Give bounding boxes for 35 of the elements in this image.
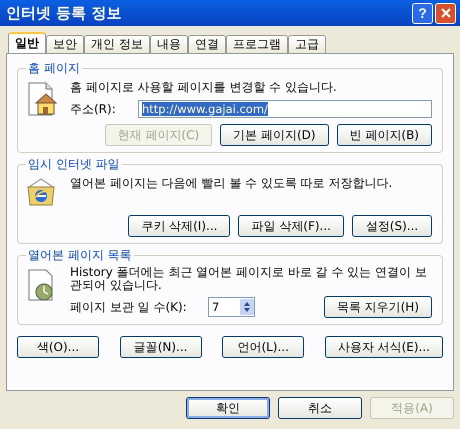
settings-button[interactable]: 언어(L)...: [222, 336, 304, 358]
description-text: History 폴더에는 최근 열어본 페이지로 바로 갈 수 있는 연결이 보관되어 있습니다.: [70, 266, 428, 292]
description-text: 열어본 페이지는 다음에 빨리 볼 수 있도록 따로 저장합니다.: [70, 175, 392, 192]
dialog-button[interactable]: 확인: [186, 397, 270, 419]
tab[interactable]: 보안: [46, 35, 84, 53]
tab[interactable]: 연결: [188, 35, 226, 53]
group-title: 임시 인터넷 파일: [27, 156, 121, 173]
group-title: 홈 페이지: [27, 60, 81, 77]
help-button[interactable]: ?: [412, 2, 433, 24]
settings-button[interactable]: 글꼴(N)...: [120, 336, 202, 358]
tab[interactable]: 일반: [8, 32, 46, 53]
file-button[interactable]: 설정(S)...: [352, 215, 432, 237]
tab[interactable]: 프로그램: [226, 35, 288, 53]
group-title: 열어본 페이지 목록: [27, 247, 133, 264]
spinner-arrows-icon: [240, 299, 254, 315]
address-field[interactable]: http://www.gajai.com/: [138, 100, 432, 118]
address-label: 주소(R):: [70, 100, 117, 118]
tab[interactable]: 고급: [288, 35, 326, 53]
file-button[interactable]: 쿠키 삭제(I)...: [128, 215, 230, 237]
tab[interactable]: 내용: [150, 35, 188, 53]
days-spinner[interactable]: 7: [208, 297, 255, 317]
days-label: 페이지 보관 일 수(K):: [70, 298, 188, 316]
description-text: 홈 페이지로 사용할 페이지를 변경할 수 있습니다.: [70, 79, 338, 96]
settings-button[interactable]: 색(O)...: [17, 336, 99, 358]
tab[interactable]: 개인 정보: [84, 35, 150, 53]
dialog-button[interactable]: 취소: [278, 397, 362, 419]
window-title: 인터넷 등록 정보: [6, 4, 122, 22]
settings-button[interactable]: 사용자 서식(E)...: [324, 336, 443, 358]
page-button[interactable]: 빈 페이지(B): [336, 124, 432, 146]
close-button[interactable]: [435, 2, 456, 24]
close-icon: [440, 7, 452, 19]
page-button[interactable]: 기본 페이지(D): [220, 124, 329, 146]
clear-history-button[interactable]: 목록 지우기(H): [324, 296, 432, 318]
file-button[interactable]: 파일 삭제(F)...: [238, 215, 344, 237]
house-document-icon: [26, 81, 58, 117]
